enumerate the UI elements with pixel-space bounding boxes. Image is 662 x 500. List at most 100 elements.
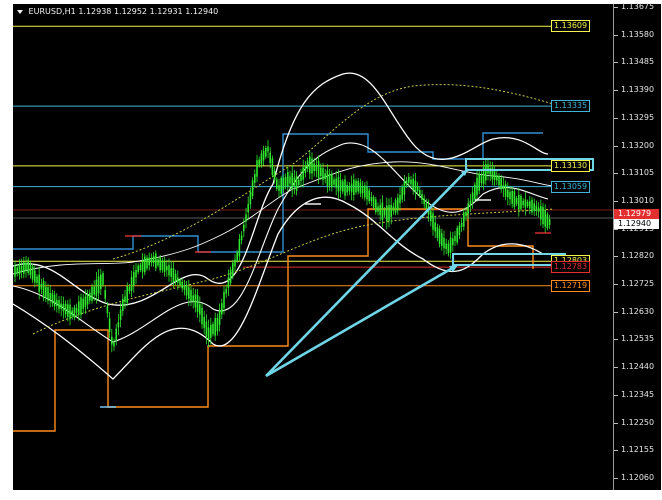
candle-body [45,286,47,297]
candle-body [82,298,84,309]
candle-body [73,307,76,318]
candle-body [388,205,390,221]
candle-body [507,190,509,198]
tick-label: 1.12345 [621,389,655,399]
tick-label: 1.12250 [621,417,655,427]
candle-body [381,202,384,220]
candle-body [511,190,513,204]
candle-body [337,176,340,192]
candle-body [185,285,188,296]
candle-body [106,306,109,314]
candle-body [498,175,500,186]
candle-body [135,270,137,278]
candle-body [62,303,65,312]
candle-body [216,318,219,332]
candle-body [546,214,549,229]
candle-body [524,199,527,208]
candle-body [421,193,423,201]
candle-body [322,168,324,180]
candle-body [172,268,175,283]
candle-body [117,322,120,328]
candle-body [445,243,447,250]
candle-body [355,180,357,193]
candle-body [460,222,463,228]
candle-body [276,179,278,189]
level-label[interactable]: 1.13059 [551,180,591,193]
candle-body [399,194,401,204]
candle-body [458,225,461,236]
candle-body [515,197,518,204]
candle-body [249,192,252,205]
candle-body [192,295,194,302]
candle-body [159,257,161,271]
price-chart-area[interactable]: EURUSD,H1 1.12938 1.12952 1.12931 1.1294… [13,4,613,490]
candle-body [375,199,377,213]
candle-body [188,287,190,299]
price-scale[interactable]: 1.13675 1.13580 1.13485 1.13390 1.13295 1.132… [613,2,661,490]
candle-body [401,187,403,200]
tick-mark [614,145,618,147]
candle-body [29,264,32,276]
candle-body [205,321,208,337]
candle-body [425,203,428,209]
candle-body [227,277,230,289]
tick-mark [614,173,618,175]
candle-body [89,292,91,301]
candle-body [474,184,476,200]
candle-body [190,289,192,302]
bid-price-tag: 1.12979 [614,209,659,219]
level-label[interactable]: 1.13609 [551,20,591,33]
candle-body [40,283,43,290]
tick-label: 1.12535 [621,334,655,344]
candle-body [478,173,480,191]
candle-body [379,205,381,216]
chart-menu-icon[interactable] [17,9,23,14]
candle-body [359,182,362,194]
candle-body [18,264,21,275]
candle-body [443,237,445,249]
level-label[interactable]: 1.12783 [551,261,591,274]
candle-body [372,197,375,208]
candle-body [141,260,144,272]
candle-body [361,185,364,194]
candle-body [38,274,40,292]
tick-mark [614,367,618,369]
candle-body [432,213,434,230]
candle-body [405,180,408,185]
candle-body [397,197,399,211]
candle-body [155,253,157,269]
candle-body [454,235,456,242]
chart-canvas[interactable] [13,4,613,490]
candle-body [196,295,199,312]
level-label[interactable]: 1.13335 [551,100,591,113]
candle-body [144,256,146,273]
candle-body [469,200,472,206]
level-label[interactable]: 1.13130 [551,159,591,172]
candle-body [513,191,516,208]
candle-body [36,276,38,284]
candle-body [128,286,131,292]
candle-body [465,211,467,217]
candle-body [108,318,111,333]
tick-label: 1.12820 [621,251,655,261]
candle-body [177,277,179,283]
tick-label: 1.13010 [621,195,655,205]
symbol-label: EURUSD,H1 [28,7,76,16]
candle-body [183,285,186,290]
candle-body [113,342,115,347]
candle-body [278,185,280,191]
candle-body [179,280,181,286]
candle-body [526,201,529,207]
candle-body [34,270,36,283]
candle-body [42,280,45,299]
candle-body [115,328,117,341]
candle-body [212,323,214,335]
candle-body [302,167,304,180]
candle-body [247,203,249,213]
candle-body [170,268,172,277]
level-label[interactable]: 1.12719 [551,279,591,292]
tick-label: 1.13295 [621,112,655,122]
candle-body [181,281,183,289]
candle-body [344,179,346,196]
candle-body [377,206,379,212]
